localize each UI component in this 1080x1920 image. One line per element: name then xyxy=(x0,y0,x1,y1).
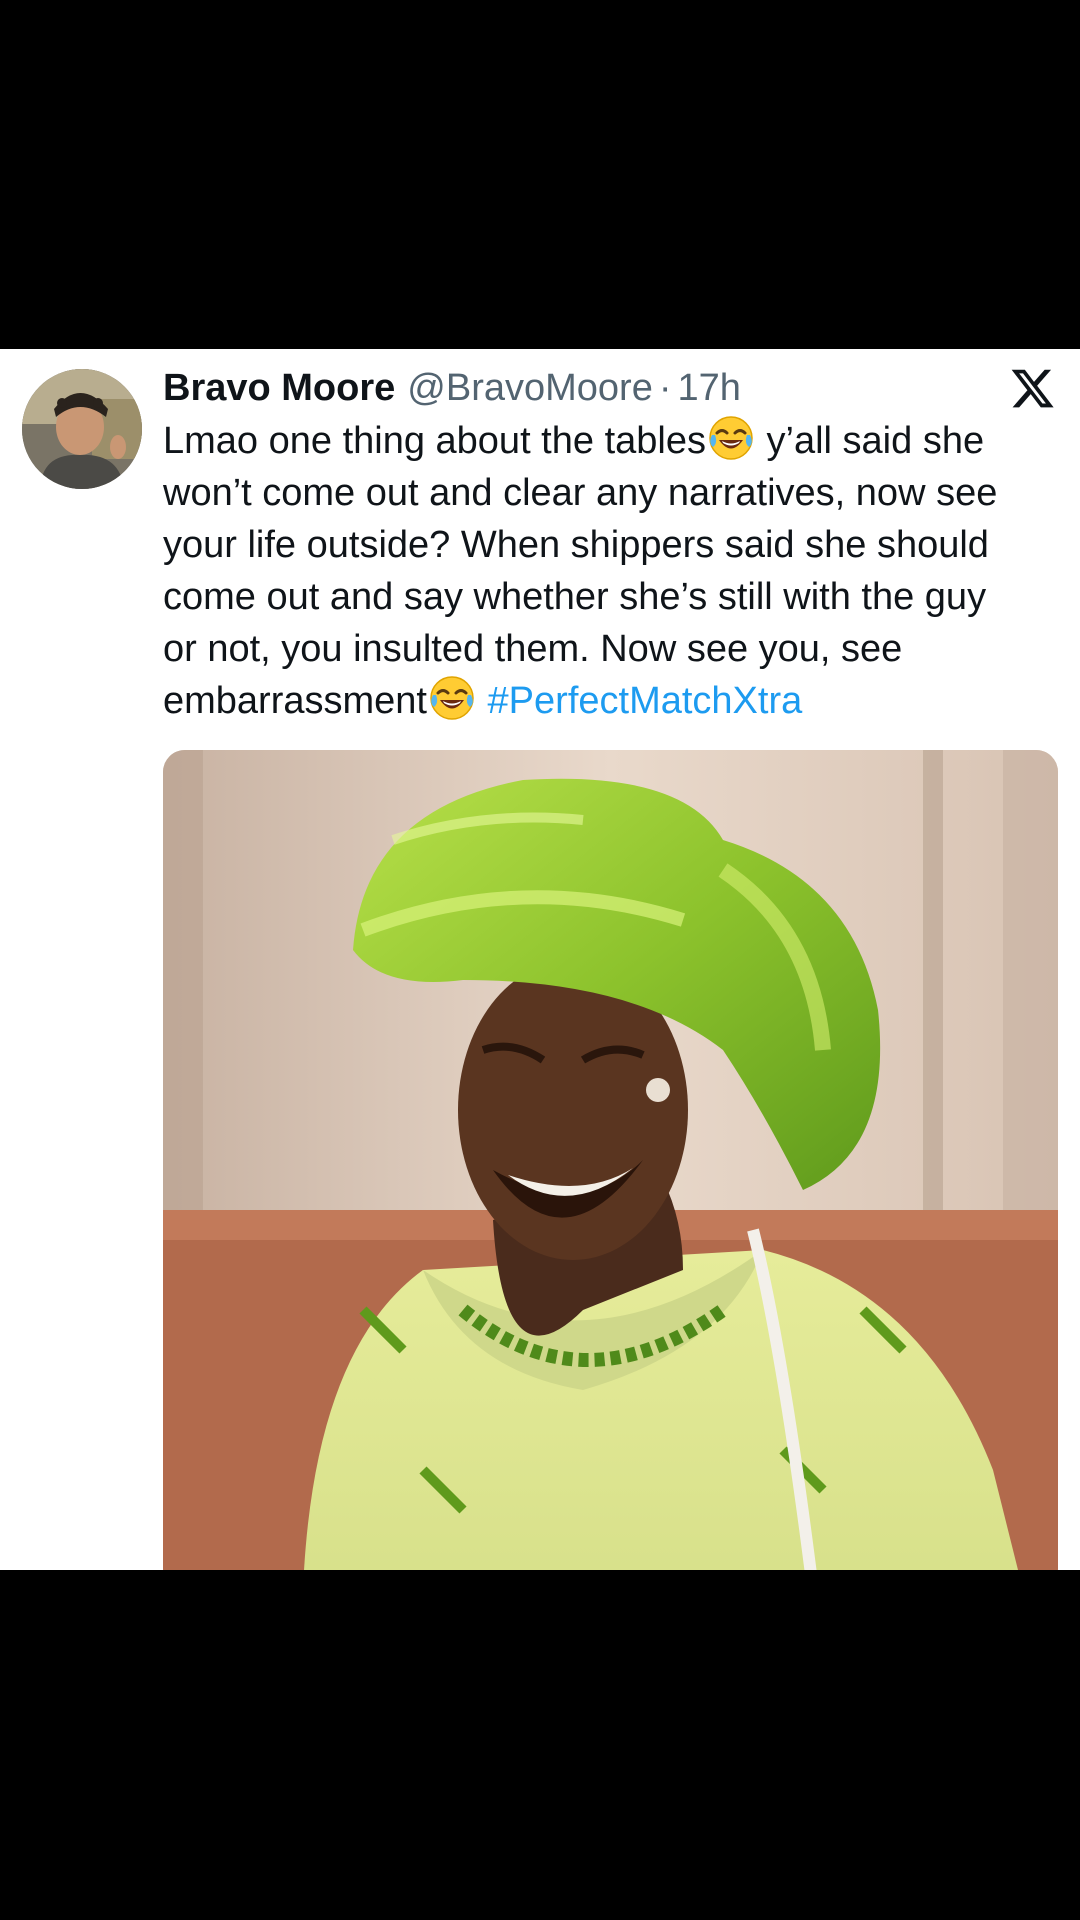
display-name[interactable]: Bravo Moore xyxy=(163,363,395,413)
tweet-line: Lmao one thing about the tables y’all sa… xyxy=(163,415,1063,467)
avatar[interactable] xyxy=(22,369,142,489)
tweet-line-text: y’all said she xyxy=(766,420,985,462)
face-with-tears-of-joy-icon xyxy=(708,415,754,461)
tweet-line-text: Lmao one thing about the tables xyxy=(163,420,706,462)
face-with-tears-of-joy-icon xyxy=(429,675,475,721)
tweet-line: your life outside? When shippers said sh… xyxy=(163,524,989,566)
tweet-line: embarrassment #PerfectMatchXtra xyxy=(163,675,1063,727)
tweet-line: won’t come out and clear any narratives,… xyxy=(163,472,998,514)
tweet-card[interactable]: Bravo Moore @BravoMoore · 17h Lmao one t… xyxy=(0,349,1080,1570)
tweet-media-image[interactable] xyxy=(163,750,1058,1570)
screen: Bravo Moore @BravoMoore · 17h Lmao one t… xyxy=(0,0,1080,1920)
separator-dot: · xyxy=(658,367,672,409)
x-logo-icon xyxy=(1010,367,1054,411)
tweet-line-text: embarrassment xyxy=(163,680,427,722)
hashtag-link[interactable]: #PerfectMatchXtra xyxy=(488,680,803,722)
tweet-line: or not, you insulted them. Now see you, … xyxy=(163,628,903,670)
tweet-line: come out and say whether she’s still wit… xyxy=(163,576,987,618)
tweet-text: Lmao one thing about the tables y’all sa… xyxy=(163,415,1063,727)
timestamp[interactable]: 17h xyxy=(678,363,741,413)
tweet-header: Bravo Moore @BravoMoore · 17h xyxy=(163,363,741,413)
user-handle[interactable]: @BravoMoore xyxy=(407,363,653,413)
